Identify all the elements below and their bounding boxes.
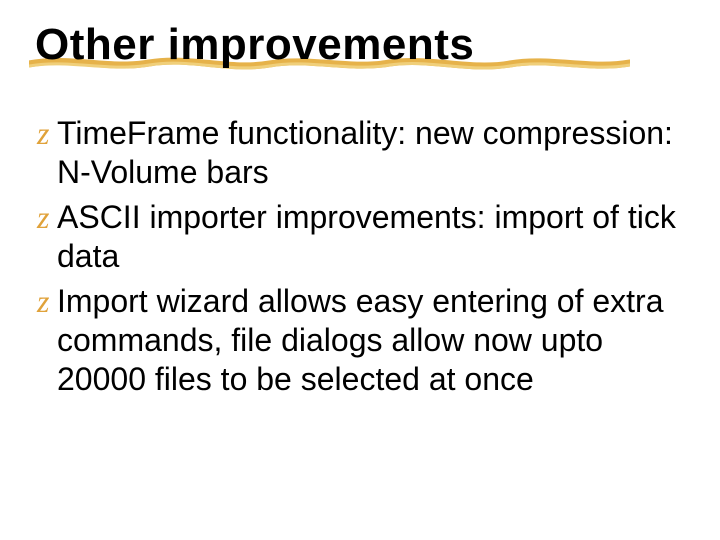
bullet-glyph-icon: z [37,116,55,151]
slide-title: Other improvements [35,20,690,70]
bullet-list: z TimeFrame functionality: new compressi… [35,114,690,399]
list-item: z Import wizard allows easy entering of … [37,282,690,399]
bullet-glyph-icon: z [37,200,55,235]
list-item: z ASCII importer improvements: import of… [37,198,690,276]
list-item-text: ASCII importer improvements: import of t… [57,198,690,276]
list-item-text: Import wizard allows easy entering of ex… [57,282,690,399]
slide-title-block: Other improvements [35,20,690,88]
list-item: z TimeFrame functionality: new compressi… [37,114,690,192]
list-item-text: TimeFrame functionality: new compression… [57,114,690,192]
bullet-glyph-icon: z [37,284,55,319]
